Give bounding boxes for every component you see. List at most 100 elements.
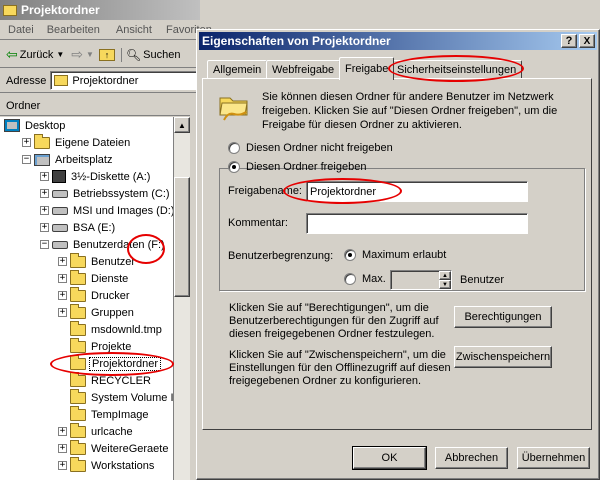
chevron-down-icon[interactable]: ▼	[86, 50, 94, 59]
tree-item-label: msdownld.tmp	[91, 323, 162, 336]
tab-label: Sicherheitseinstellungen	[397, 63, 517, 76]
tree-item[interactable]: Projekte	[58, 337, 133, 355]
address-label: Adresse	[6, 74, 47, 87]
tree-item[interactable]: RECYCLER	[58, 371, 153, 389]
drive-icon	[52, 189, 68, 198]
tab-sicherheitseinstellungen[interactable]: Sicherheitseinstellungen	[391, 60, 523, 78]
radio-not-share-button[interactable]	[228, 142, 240, 154]
folder-up-icon[interactable]: ↑	[98, 48, 115, 61]
radio-max[interactable]: Max.	[344, 273, 394, 289]
tree-item[interactable]: + MSI und Images (D:)	[40, 202, 173, 219]
radio-max-allowed-button[interactable]	[344, 249, 356, 261]
menu-bearbeiten[interactable]: Bearbeiten	[39, 24, 108, 36]
scroll-thumb[interactable]	[174, 177, 190, 297]
tree-item[interactable]: + WeitereGeraete	[58, 439, 170, 457]
expand-icon[interactable]: +	[58, 461, 67, 470]
cancel-button[interactable]: Abbrechen	[435, 447, 508, 469]
folder-icon	[70, 422, 86, 438]
tree-item[interactable]: + Eigene Dateien	[22, 133, 132, 151]
scroll-up-button[interactable]: ▲	[174, 117, 190, 133]
menu-ansicht[interactable]: Ansicht	[108, 24, 160, 36]
tree-item-label: Eigene Dateien	[55, 136, 131, 149]
tree-item[interactable]: + urlcache	[58, 422, 135, 440]
collapse-icon[interactable]: −	[40, 240, 49, 249]
radio-not-share[interactable]: Diesen Ordner nicht freigeben	[228, 141, 478, 157]
tree-item-label: RECYCLER	[91, 374, 151, 387]
tab-label: Webfreigabe	[272, 63, 335, 76]
explorer-title-bar[interactable]: Projektordner	[0, 0, 200, 20]
help-button[interactable]: ?	[561, 34, 577, 48]
tree-item-label: Projektordner	[89, 356, 162, 371]
folder-icon	[70, 252, 86, 268]
cancel-button-label: Abbrechen	[444, 452, 499, 464]
tree-item[interactable]: + Drucker	[58, 286, 132, 304]
cache-button[interactable]: Zwischenspeichern	[454, 346, 552, 368]
expand-icon[interactable]: +	[58, 257, 67, 266]
tree-item[interactable]: − Arbeitsplatz	[22, 151, 114, 168]
radio-share-button[interactable]	[228, 161, 240, 173]
radio-share[interactable]: Diesen Ordner freigeben	[228, 160, 478, 176]
folder-icon	[70, 388, 86, 404]
expand-icon[interactable]: +	[40, 223, 49, 232]
drive-icon	[52, 206, 68, 215]
tree-item[interactable]: + Workstations	[58, 456, 156, 474]
tab-allgemein[interactable]: Allgemein	[207, 60, 268, 78]
tree-item[interactable]: +3½-Diskette (A:)	[40, 168, 152, 185]
expand-icon[interactable]: +	[40, 206, 49, 215]
expand-icon[interactable]: +	[22, 138, 31, 147]
shared-folder-icon	[218, 90, 250, 122]
toolbar: ⇦ Zurück ▼ ⇨ ▼ ↑ 🔍︎ Suchen	[0, 42, 200, 68]
tree-item[interactable]: + Gruppen	[58, 303, 136, 321]
stepper-down[interactable]: ▼	[439, 280, 451, 289]
help-icon: ?	[565, 35, 573, 47]
address-input[interactable]: Projektordner	[50, 71, 200, 90]
tree-item[interactable]: System Volume Infor	[58, 388, 173, 406]
folder-tree[interactable]: Desktop + Eigene Dateien − Arbeitsplatz +3½-D…	[0, 117, 174, 480]
tree-item[interactable]: TempImage	[58, 405, 150, 423]
search-icon: 🔍︎	[125, 47, 142, 62]
collapse-icon[interactable]: −	[22, 155, 31, 164]
expand-icon[interactable]: +	[58, 308, 67, 317]
apply-button[interactable]: Übernehmen	[517, 447, 590, 469]
tree-item[interactable]: + BSA (E:)	[40, 219, 117, 236]
max-users-stepper[interactable]: ▲ ▼	[390, 270, 452, 290]
back-button[interactable]: ⇦ Zurück ▼	[0, 46, 68, 63]
tree-item[interactable]: Desktop	[4, 117, 67, 134]
tree-item[interactable]: + Dienste	[58, 269, 130, 287]
folder-icon	[3, 4, 17, 16]
tree-item[interactable]: + Benutzer	[58, 252, 137, 270]
computer-icon	[34, 153, 50, 166]
dialog-title-bar[interactable]: Eigenschaften von Projektordner	[199, 32, 597, 50]
expand-icon[interactable]: +	[40, 189, 49, 198]
back-label: Zurück	[19, 48, 54, 61]
radio-max-button[interactable]	[344, 273, 356, 285]
expand-icon[interactable]: +	[40, 172, 49, 181]
expand-icon[interactable]: +	[58, 444, 67, 453]
folder-icon	[54, 75, 69, 86]
permissions-button[interactable]: Berechtigungen	[454, 306, 552, 328]
search-button[interactable]: 🔍︎ Suchen	[120, 47, 180, 62]
ok-button[interactable]: OK	[352, 446, 427, 470]
tree-item[interactable]: − Benutzerdaten (F:)	[40, 236, 167, 253]
tree-item[interactable]: + Betriebssystem (C:)	[40, 185, 172, 202]
tab-freigabe[interactable]: Freigabe	[339, 57, 395, 80]
forward-arrow-icon[interactable]: ⇨	[71, 46, 83, 63]
tab-webfreigabe[interactable]: Webfreigabe	[266, 60, 341, 78]
description-text: Sie können diesen Ordner für andere Benu…	[262, 91, 558, 131]
tree-item-label: 3½-Diskette (A:)	[71, 170, 151, 183]
drive-icon	[52, 240, 68, 249]
share-name-input[interactable]: Projektordner	[306, 181, 528, 202]
expand-icon[interactable]: +	[58, 291, 67, 300]
tab-label: Allgemein	[213, 63, 262, 76]
menu-datei[interactable]: Datei	[0, 24, 39, 36]
stepper-up[interactable]: ▲	[439, 271, 451, 280]
comment-input[interactable]	[306, 213, 528, 234]
radio-max-allowed[interactable]: Maximum erlaubt	[344, 249, 524, 265]
expand-icon[interactable]: +	[58, 274, 67, 283]
tree-item[interactable]: msdownld.tmp	[58, 320, 164, 338]
expand-icon[interactable]: +	[58, 427, 67, 436]
tree-item[interactable]: Projektordner	[58, 354, 162, 372]
tree-scrollbar[interactable]: ▲	[174, 117, 190, 480]
close-button[interactable]: X	[579, 34, 595, 48]
tree-item-label: Benutzer	[91, 255, 136, 268]
